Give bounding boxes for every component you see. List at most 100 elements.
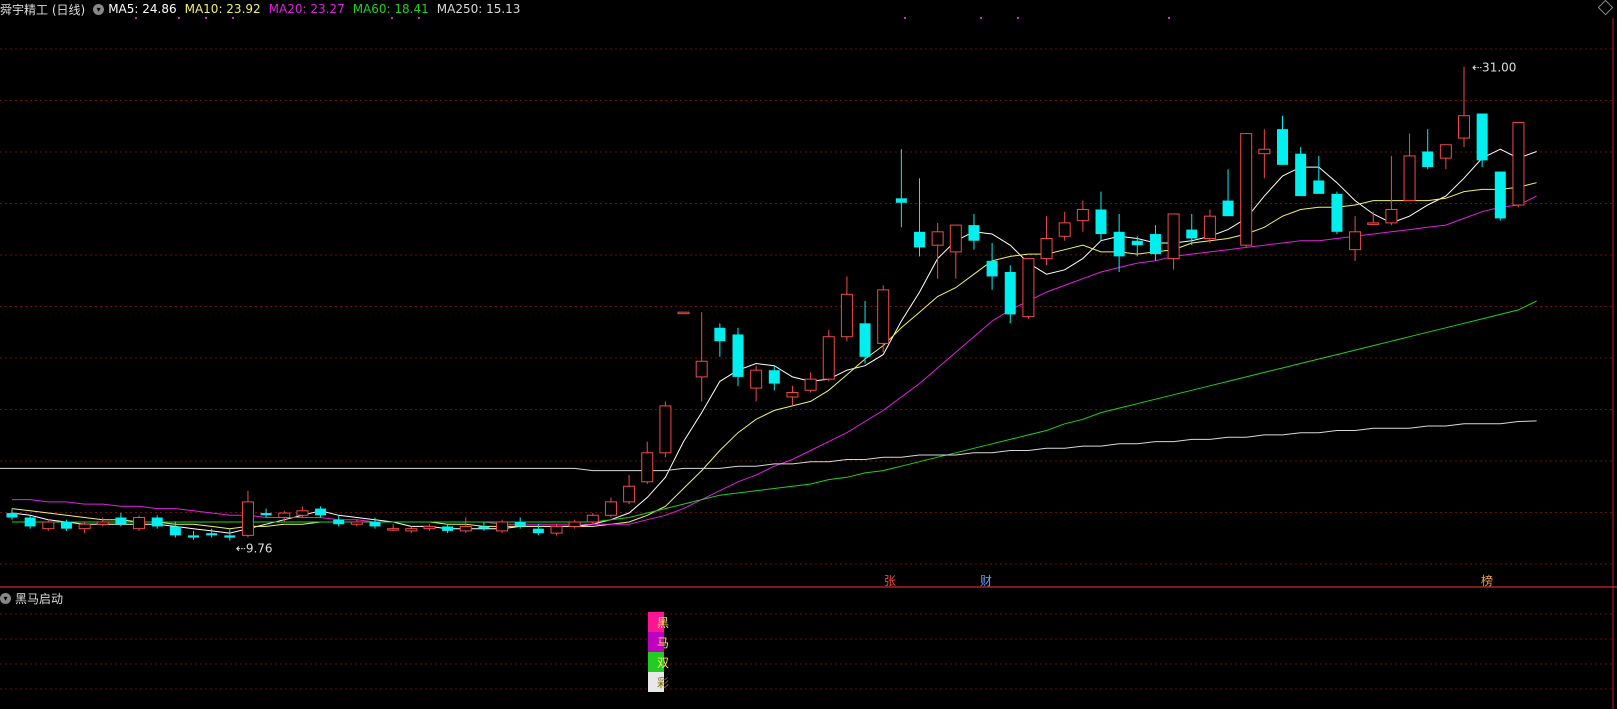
candle-body — [1131, 240, 1143, 246]
stock-title: 舜宇精工 (日线) — [0, 2, 86, 17]
candle-body — [6, 513, 18, 518]
candle-body — [1277, 129, 1288, 165]
candle-body — [42, 521, 55, 530]
candle-body — [532, 528, 544, 534]
ma250-line — [0, 420, 1537, 472]
candle-body — [768, 370, 780, 384]
candle-body — [478, 526, 490, 529]
signal-char: 黑 — [657, 616, 669, 630]
candle-body — [1240, 133, 1253, 246]
candle-body — [695, 360, 708, 378]
candle-body — [1203, 215, 1216, 240]
candle-body — [1004, 271, 1016, 315]
marker-3: 榜 — [1481, 573, 1493, 588]
candle-body — [96, 521, 109, 525]
marker-2: 财 — [980, 574, 992, 588]
indicator-toggle-icon[interactable]: ▾ — [0, 592, 11, 604]
candle-body — [387, 528, 400, 531]
candle-body — [133, 517, 146, 530]
candle-body — [459, 525, 472, 532]
candle-body — [641, 452, 654, 483]
candle-body — [241, 501, 254, 536]
candle-body — [1022, 258, 1035, 318]
candle-body — [423, 525, 436, 530]
candle-body — [1222, 200, 1234, 217]
indicator-header: ▾ 黑马启动 — [0, 590, 63, 606]
candle-body — [1439, 144, 1452, 159]
candle-body — [115, 517, 127, 525]
signal-char: 彩 — [657, 676, 669, 690]
candle-body — [260, 513, 272, 516]
candle-body — [1476, 113, 1488, 161]
candle-body — [1367, 222, 1380, 225]
candle-body — [169, 526, 181, 536]
ma5-legend: MA5: 24.86 — [108, 2, 177, 16]
candle-body — [1040, 238, 1053, 260]
candle-body — [1458, 115, 1470, 139]
candle-body — [714, 327, 726, 342]
candle-body — [405, 528, 418, 532]
candle-body — [1512, 121, 1525, 206]
candle-body — [1403, 155, 1416, 202]
candle-body — [877, 289, 890, 344]
indicator-title: 黑马启动 — [15, 591, 64, 606]
candle-body — [315, 508, 327, 516]
candle-body — [369, 521, 381, 527]
candle-body — [1349, 231, 1362, 251]
candle-body — [333, 519, 345, 525]
candle-body — [1113, 231, 1125, 257]
candlestick-chart[interactable]: ⇠31.00 ⇠9.76 张 财 榜黑马双彩 — [0, 0, 1617, 709]
candle-body — [623, 485, 636, 503]
candle-body — [1186, 229, 1198, 239]
candle-body — [278, 512, 291, 519]
event-marker — [1017, 17, 1019, 19]
candle-body — [1076, 208, 1089, 222]
candle-body — [895, 198, 907, 203]
candle-body — [1295, 153, 1307, 197]
candle-body — [568, 521, 581, 527]
candle-body — [1058, 222, 1071, 237]
ma20-line — [12, 195, 1537, 525]
chart-header: 舜宇精工 (日线) ▾ MA5: 24.86 MA10: 23.92 MA20:… — [0, 0, 528, 18]
ma250-legend: MA250: 15.13 — [436, 2, 521, 16]
high-label: ⇠31.00 — [1472, 61, 1516, 75]
candle-body — [188, 535, 199, 538]
candle-body — [822, 336, 835, 380]
candle-body — [931, 231, 944, 246]
ma10-legend: MA10: 23.92 — [184, 2, 261, 16]
candle-body — [206, 533, 218, 536]
settings-toggle-icon[interactable]: ▾ — [93, 3, 105, 15]
candle-body — [1385, 208, 1398, 224]
event-marker — [1168, 17, 1170, 19]
candle-body — [914, 231, 925, 248]
candle-body — [1494, 171, 1506, 219]
signal-char: 马 — [657, 636, 669, 650]
ma20-legend: MA20: 23.27 — [268, 2, 345, 16]
candle-body — [1313, 180, 1325, 194]
event-marker — [980, 17, 982, 19]
ma60-legend: MA60: 18.41 — [352, 2, 429, 16]
candle-body — [659, 405, 672, 454]
candle-body — [442, 526, 454, 531]
candle-body — [786, 392, 799, 398]
candle-body — [586, 514, 599, 523]
marker-1: 张 — [884, 574, 896, 588]
signal-char: 双 — [657, 656, 669, 670]
candle-body — [296, 510, 309, 516]
candle-body — [968, 225, 980, 241]
candle-body — [350, 521, 363, 525]
candle-body — [859, 323, 871, 357]
candle-body — [550, 525, 563, 534]
candle-body — [1258, 148, 1271, 155]
candle-body — [1167, 213, 1180, 260]
candle-body — [750, 369, 763, 389]
candle-body — [732, 334, 744, 377]
candle-body — [949, 224, 962, 253]
candle-body — [1422, 151, 1434, 168]
candle-body — [224, 535, 236, 538]
candle-body — [496, 521, 509, 532]
candle-body — [604, 501, 617, 516]
candle-body — [24, 517, 36, 527]
low-label: ⇠9.76 — [236, 542, 273, 556]
event-marker — [904, 17, 906, 19]
